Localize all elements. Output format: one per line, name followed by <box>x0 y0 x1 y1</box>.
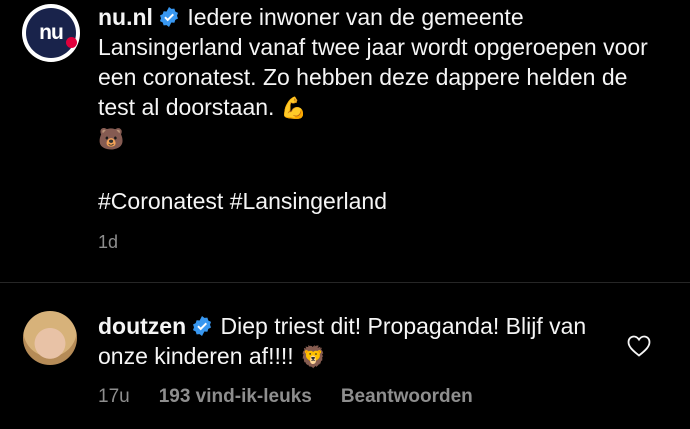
flexed-biceps-emoji: 💪 <box>280 96 307 120</box>
comment-timestamp: 17u <box>98 386 130 407</box>
nu-nl-avatar[interactable]: nu <box>22 4 80 62</box>
post-username[interactable]: nu.nl <box>98 4 153 30</box>
verified-badge-icon <box>193 316 212 336</box>
post-caption-text: Iedere inwoner van de gemeente Lansinger… <box>98 4 648 120</box>
verified-badge-icon <box>159 7 178 27</box>
comment-row: doutzen Diep triest dit! Propaganda! Bli… <box>0 283 690 429</box>
post-caption-block: nu nu.nl Iedere inwoner van de gemeente … <box>0 0 690 282</box>
nu-logo-dot <box>66 37 77 48</box>
like-heart-icon[interactable] <box>627 335 651 357</box>
comment-meta: 17u 193 vind-ik-leuks Beantwoorden <box>98 386 502 408</box>
bear-emoji: 🐻 <box>98 127 125 151</box>
post-timestamp: 1d <box>98 232 119 252</box>
lion-emoji: 🦁 <box>300 345 327 369</box>
nu-logo: nu <box>26 8 76 58</box>
comment-username[interactable]: doutzen <box>98 313 186 339</box>
comment-body: doutzen Diep triest dit! Propaganda! Bli… <box>98 311 608 372</box>
comment-likes-count[interactable]: 193 vind-ik-leuks <box>159 386 312 407</box>
post-hashtags[interactable]: #Coronatest #Lansingerland <box>98 186 387 216</box>
doutzen-avatar[interactable] <box>23 311 77 365</box>
reply-button[interactable]: Beantwoorden <box>341 386 473 407</box>
post-caption: nu.nl Iedere inwoner van de gemeente Lan… <box>98 2 658 154</box>
